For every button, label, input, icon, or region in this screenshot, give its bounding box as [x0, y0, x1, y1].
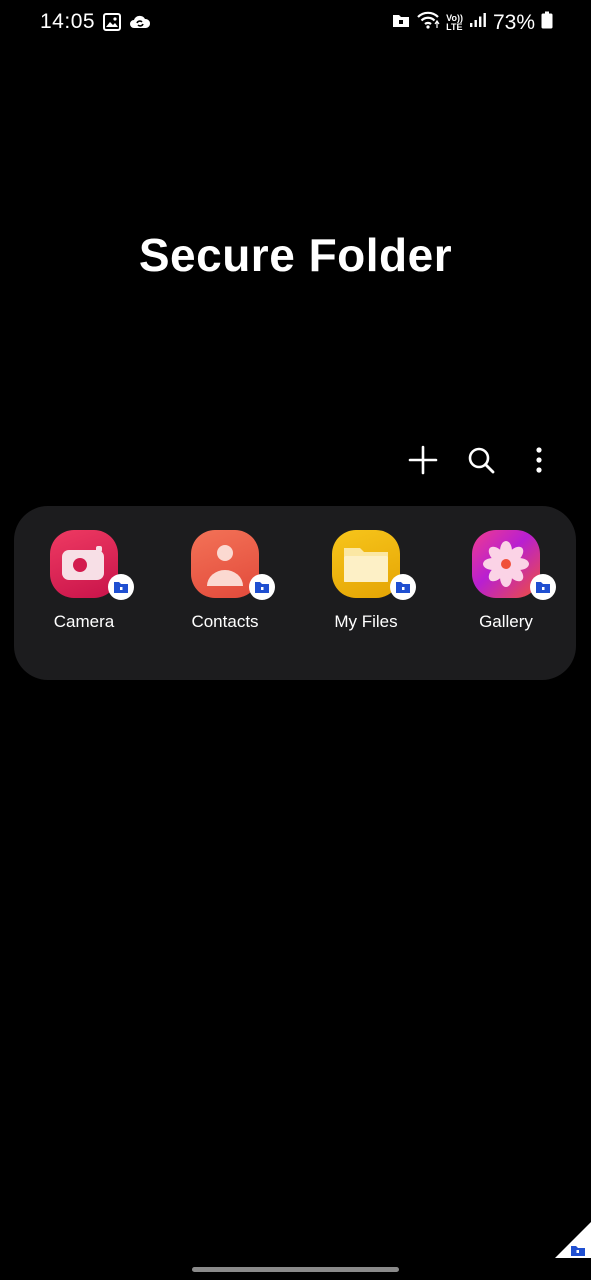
wifi-icon — [416, 10, 440, 35]
home-indicator[interactable] — [192, 1267, 399, 1272]
status-bar: 14:05 Vo)) LTE 73% — [0, 0, 591, 46]
status-system-icons: Vo)) LTE 73% — [392, 10, 553, 35]
toolbar — [403, 440, 559, 480]
add-icon — [408, 445, 438, 475]
secure-folder-badge-icon — [108, 574, 134, 600]
app-label: Gallery — [479, 612, 533, 631]
cloud-sync-icon — [129, 13, 151, 36]
app-label: Camera — [53, 612, 115, 631]
app-label: Contacts — [191, 612, 259, 631]
secure-folder-corner-icon — [555, 1222, 591, 1258]
app-label: My Files — [334, 612, 398, 631]
secure-folder-badge-icon — [249, 574, 275, 600]
volte-icon: Vo)) LTE — [446, 12, 463, 32]
more-options-button[interactable] — [519, 440, 559, 480]
secure-folder-badge-icon — [530, 574, 556, 600]
app-gallery[interactable]: Gallery — [446, 530, 566, 632]
search-icon — [468, 447, 495, 474]
gallery-notification-icon — [103, 13, 121, 36]
status-notification-icons — [103, 13, 151, 36]
search-button[interactable] — [461, 440, 501, 480]
battery-percent: 73% — [492, 10, 535, 34]
apps-panel: Camera Contacts My Files Gallery — [14, 506, 576, 680]
battery-icon — [541, 11, 553, 34]
app-contacts[interactable]: Contacts — [165, 530, 285, 632]
app-camera[interactable]: Camera — [24, 530, 144, 632]
secure-folder-badge-icon — [390, 574, 416, 600]
more-options-icon — [536, 447, 542, 473]
status-time: 14:05 — [40, 10, 96, 33]
secure-folder-status-icon — [392, 12, 410, 33]
page-title: Secure Folder — [138, 229, 453, 281]
signal-icon — [469, 12, 487, 33]
add-button[interactable] — [403, 440, 443, 480]
app-my-files[interactable]: My Files — [306, 530, 426, 632]
